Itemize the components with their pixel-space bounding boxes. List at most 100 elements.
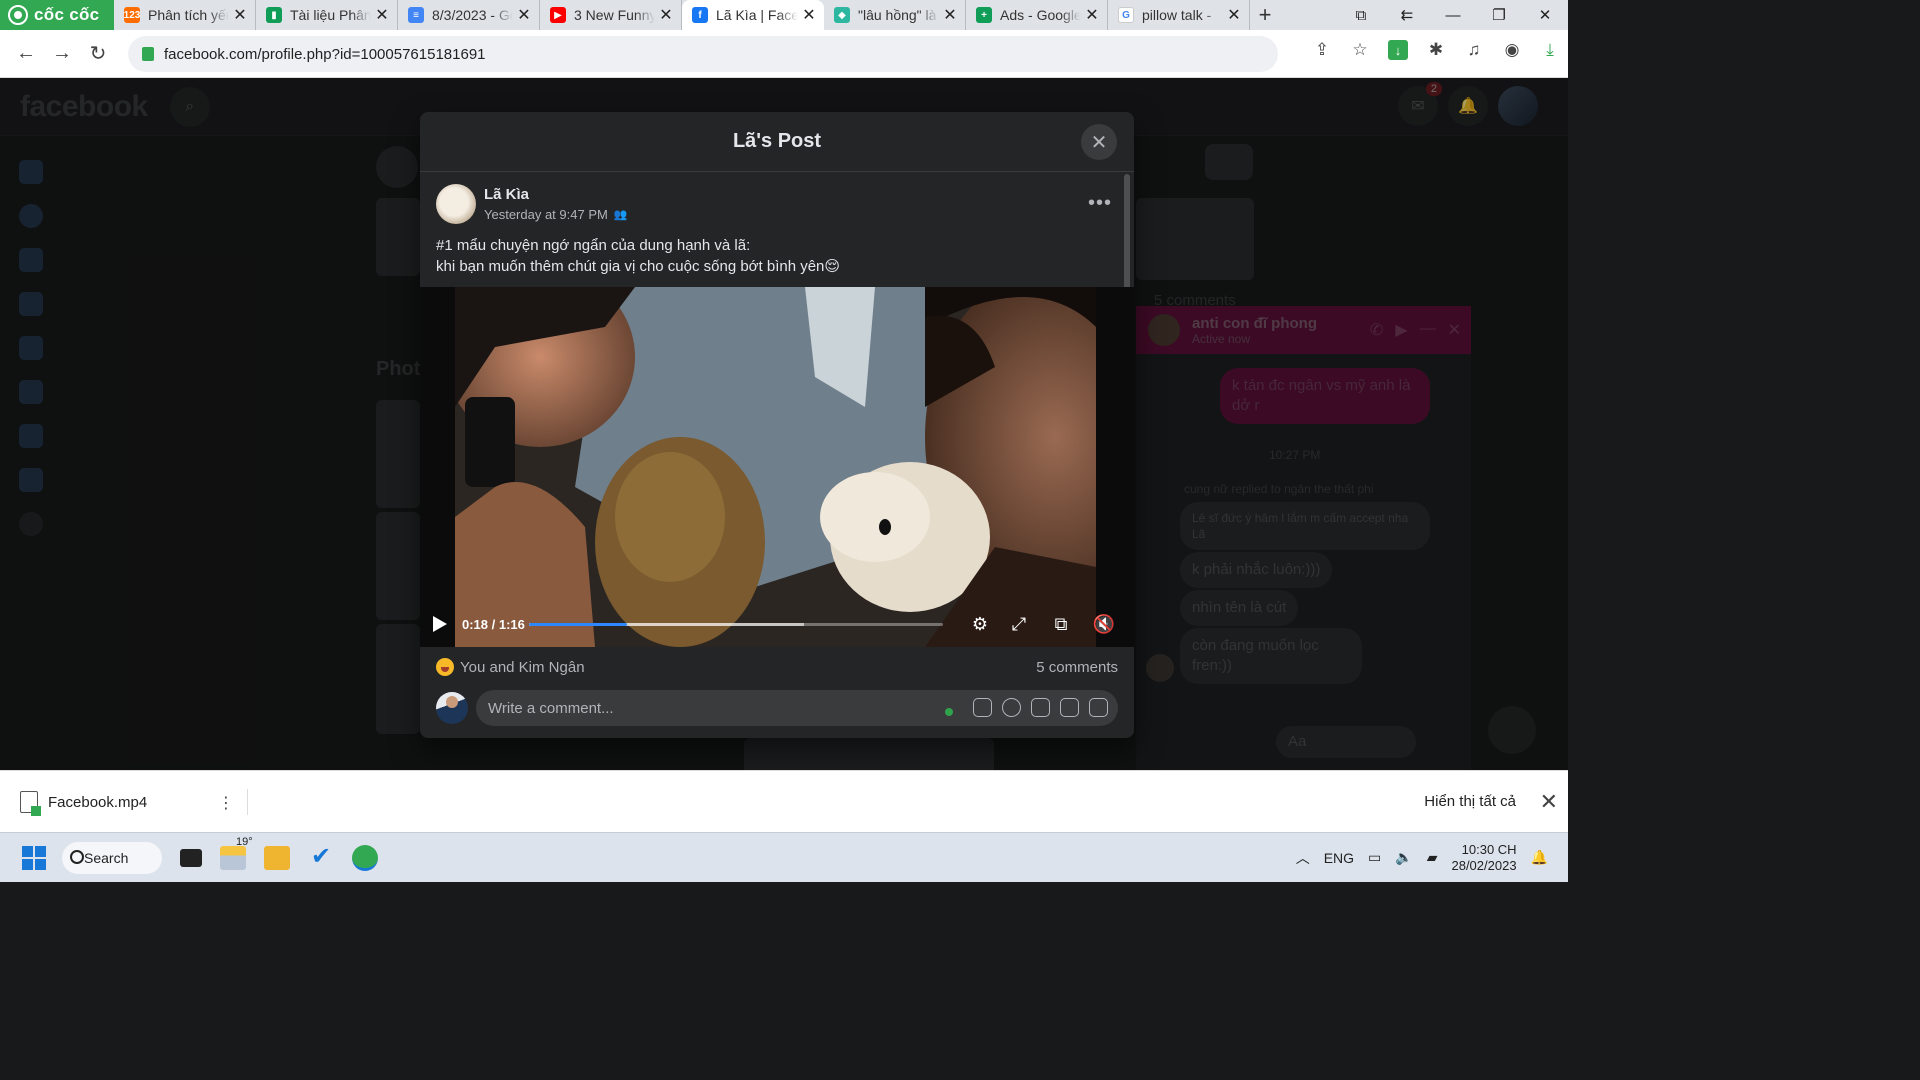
download-item[interactable]: Facebook.mp4 [20, 789, 248, 816]
notification-bell-icon[interactable]: 🔔 [1531, 849, 1548, 866]
media-icon[interactable]: ♫ [1464, 40, 1484, 60]
back-history-icon[interactable]: ⇇ [1384, 6, 1430, 24]
address-bar-row: ← → ↻ facebook.com/profile.php?id=100057… [0, 30, 1568, 78]
tab-favicon-icon: ◆ [834, 7, 850, 23]
browser-tab[interactable]: 123 Phân tích yếu tố✕ [114, 0, 256, 30]
browser-tab[interactable]: + Ads - Google Sheets✕ [966, 0, 1108, 30]
reload-button[interactable]: ↻ [80, 41, 116, 66]
close-tab-icon[interactable]: ✕ [659, 5, 673, 25]
download-more-icon[interactable]: ⋮ [218, 793, 234, 813]
close-tab-icon[interactable]: ✕ [1227, 5, 1241, 25]
close-icon[interactable]: ✕ [1081, 124, 1117, 160]
browser-tab[interactable]: ▮ Tài liệu Phân tích✕ [256, 0, 398, 30]
tab-favicon-icon: f [692, 7, 708, 23]
tab-title: Ads - Google Sheets [1000, 7, 1081, 23]
close-tab-icon[interactable]: ✕ [943, 5, 957, 25]
download-filename: Facebook.mp4 [48, 793, 148, 811]
tab-favicon-icon: 123 [124, 7, 140, 23]
close-tab-icon[interactable]: ✕ [233, 5, 247, 25]
comment-count[interactable]: 5 comments [1036, 659, 1118, 676]
tab-favicon-icon: G [1118, 7, 1134, 23]
tab-search-icon[interactable]: ⧉ [1338, 7, 1384, 24]
browser-tab[interactable]: ≡ 8/3/2023 - Google Docs✕ [398, 0, 540, 30]
downloads-icon[interactable]: ⤓ [1540, 40, 1560, 60]
restore-button[interactable]: ❐ [1476, 6, 1522, 24]
close-window-button[interactable]: ✕ [1522, 6, 1568, 24]
sticker-icon[interactable] [1089, 698, 1108, 717]
taskbar-search[interactable]: Search [62, 841, 162, 874]
post-author[interactable]: Lã Kìa [484, 186, 628, 203]
browser-tab[interactable]: ◆ "lâu hồng" là gì✕ [824, 0, 966, 30]
browser-tab[interactable]: Gpillow talk - ✕ [1108, 0, 1250, 30]
language-indicator[interactable]: ENG [1324, 850, 1354, 866]
windows-taskbar: Search 19° ✔ ︿ ENG ▭ 🔈 ▰ 10:30 CH 28/02/… [0, 832, 1568, 882]
windows-start-icon[interactable] [22, 845, 46, 870]
download-bar: Facebook.mp4 ⋮ Hiển thị tất cả ✕ [0, 770, 1568, 832]
minimize-button[interactable]: — [1430, 7, 1476, 24]
close-tab-icon[interactable]: ✕ [375, 5, 389, 25]
file-explorer-icon[interactable] [264, 845, 290, 870]
post-text-line: khi bạn muốn thêm chút gia vị cho cuộc s… [436, 258, 841, 275]
picture-in-picture-icon[interactable]: ⧉ [1050, 613, 1072, 635]
todo-check-icon[interactable]: ✔ [308, 844, 334, 870]
camera-icon[interactable] [1031, 698, 1050, 717]
battery-icon[interactable]: ▰ [1427, 849, 1438, 866]
tray-overflow-icon[interactable]: ︿ [1296, 848, 1310, 868]
play-icon[interactable] [432, 615, 448, 633]
post-header: Lã Kìa Yesterday at 9:47 PM 👥 [436, 184, 628, 224]
video-frame [445, 287, 1134, 647]
modal-title: Lã's Post [732, 130, 822, 152]
url-bar[interactable]: facebook.com/profile.php?id=100057615181… [128, 36, 1278, 72]
post-timestamp[interactable]: Yesterday at 9:47 PM [484, 207, 608, 222]
forward-button[interactable]: → [44, 42, 80, 65]
video-file-icon [20, 791, 41, 816]
browser-tab[interactable]: f Lã Kìa | Facebook✕ [682, 0, 824, 30]
volume-icon[interactable]: 🔈 [1395, 849, 1412, 866]
mute-icon[interactable]: 🔇 [1093, 613, 1115, 635]
avatar-sticker-icon[interactable] [973, 698, 992, 717]
profile-icon[interactable]: ◉ [1502, 40, 1522, 60]
comment-input[interactable]: Write a comment... [476, 690, 1118, 726]
brand-name: cốc cốc [34, 5, 100, 24]
settings-gear-icon[interactable]: ⚙ [969, 613, 991, 635]
coccoc-logo[interactable]: cốc cốc [0, 0, 114, 30]
back-button[interactable]: ← [8, 42, 44, 65]
tab-title: pillow talk - [1142, 7, 1212, 23]
task-view-icon[interactable] [180, 848, 202, 867]
close-tab-icon[interactable]: ✕ [1085, 5, 1099, 25]
system-tray: ︿ ENG ▭ 🔈 ▰ 10:30 CH 28/02/2023 🔔 [1296, 842, 1568, 874]
video-controls: 0:18 / 1:16 ⚙ ⤢ ⧉ 🔇 [420, 601, 1134, 647]
my-avatar[interactable] [436, 692, 468, 724]
extensions-icon[interactable]: ✱ [1426, 40, 1446, 60]
tab-title: 8/3/2023 - Google Docs [432, 7, 513, 23]
close-tab-icon[interactable]: ✕ [802, 5, 816, 25]
bookmark-star-icon[interactable]: ☆ [1350, 40, 1370, 60]
reaction-names[interactable]: You and Kim Ngân [460, 659, 585, 676]
show-all-downloads[interactable]: Hiển thị tất cả [1424, 793, 1516, 810]
tab-title: Lã Kìa | Facebook [716, 7, 798, 23]
close-tab-icon[interactable]: ✕ [517, 5, 531, 25]
close-download-bar-icon[interactable]: ✕ [1540, 789, 1558, 815]
weather-icon[interactable]: 19° [220, 836, 253, 870]
clock[interactable]: 10:30 CH 28/02/2023 [1451, 842, 1516, 874]
video-player[interactable]: 0:18 / 1:16 ⚙ ⤢ ⧉ 🔇 [420, 287, 1134, 647]
emoji-icon[interactable] [1002, 698, 1021, 717]
haha-reaction-icon[interactable] [436, 658, 454, 676]
savior-download-icon[interactable]: ↓ [1388, 40, 1408, 60]
tab-title: "lâu hồng" là gì [858, 7, 939, 23]
share-icon[interactable]: ⇪ [1312, 40, 1332, 60]
network-icon[interactable]: ▭ [1368, 849, 1381, 866]
friends-icon: 👥 [613, 209, 628, 221]
more-options-icon[interactable]: ••• [1088, 192, 1112, 215]
browser-tab[interactable]: ▶ 3 New Funny ✕ [540, 0, 682, 30]
author-avatar[interactable] [436, 184, 476, 224]
post-modal: Lã's Post ✕ Lã Kìa Yesterday at 9:47 PM … [420, 112, 1134, 738]
gif-icon[interactable] [1060, 698, 1079, 717]
post-text: #1 mẩu chuyện ngớ ngẩn của dung hạnh và … [436, 235, 1096, 277]
new-tab-button[interactable]: + [1250, 2, 1280, 28]
video-progress-bar[interactable] [529, 623, 943, 626]
coccoc-taskbar-icon[interactable] [352, 844, 378, 871]
secure-lock-icon [142, 47, 154, 61]
modal-header: Lã's Post ✕ [420, 112, 1134, 172]
fullscreen-icon[interactable]: ⤢ [1008, 613, 1030, 635]
